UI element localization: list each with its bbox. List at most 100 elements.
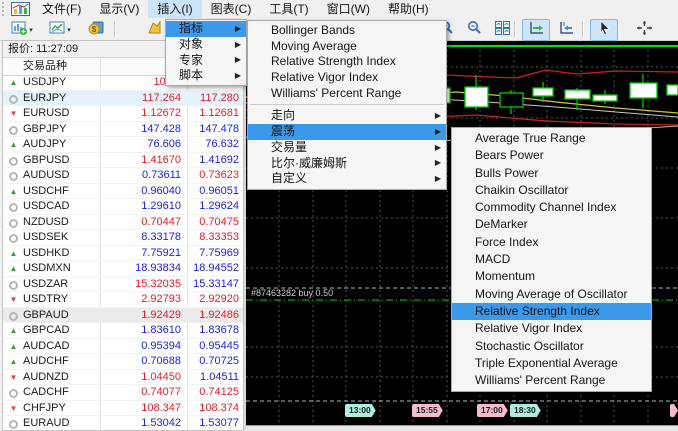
indicator-group-item[interactable]: 交易量▶: [248, 140, 446, 156]
dropdown-caret-icon[interactable]: ▾: [29, 26, 33, 34]
insert-menu-item[interactable]: 指标▶: [166, 21, 246, 37]
trend-flat-icon: [9, 157, 18, 166]
market-row-GBPJPY[interactable]: GBPJPY147.428147.478: [3, 122, 243, 138]
market-row-EURJPY[interactable]: EURJPY117.264117.280: [3, 91, 243, 107]
oscillator-menu-item[interactable]: Bulls Power: [452, 165, 651, 182]
bid-price: 0.96040: [141, 184, 181, 199]
submenu-arrow-icon: ▶: [435, 140, 441, 156]
oscillator-menu-item[interactable]: Relative Vigor Index: [452, 320, 651, 337]
market-row-CADCHF[interactable]: CADCHF0.740770.74125: [3, 385, 243, 401]
insert-menu-item[interactable]: 对象▶: [166, 37, 246, 53]
oscillator-menu-item[interactable]: Triple Exponential Average: [452, 355, 651, 372]
symbol-label: NZDUSD: [23, 215, 69, 230]
market-row-EURUSD[interactable]: ▼EURUSD1.126721.12681: [3, 106, 243, 122]
trend-flat-icon: [9, 95, 18, 104]
menu-item-label: Relative Strength Index: [271, 54, 396, 68]
market-row-USDCAD[interactable]: USDCAD1.296101.29624: [3, 199, 243, 215]
market-row-USDZAR[interactable]: USDZAR15.3203515.33147: [3, 277, 243, 293]
menu-item-label: 专家: [179, 53, 203, 67]
indicator-menu-item[interactable]: Williams' Percent Range: [248, 86, 446, 102]
market-row-USDSEK[interactable]: USDSEK8.331788.33353: [3, 230, 243, 246]
bid-price: 1.12672: [141, 106, 181, 121]
new-chart-button[interactable]: ▾: [4, 19, 40, 41]
oscillator-menu-item[interactable]: Bears Power: [452, 147, 651, 164]
expert-advisors-button[interactable]: [140, 19, 168, 41]
indicator-menu-item[interactable]: Relative Strength Index: [248, 54, 446, 70]
symbol-label: AUDNZD: [23, 370, 69, 385]
submenu-arrow-icon: ▶: [235, 53, 241, 69]
market-row-CHFJPY[interactable]: ▼CHFJPY108.347108.374: [3, 401, 243, 417]
menubar-item[interactable]: 工具(T): [260, 0, 317, 18]
menu-item-label: Force Index: [475, 235, 538, 249]
cursor-button[interactable]: [590, 19, 618, 41]
market-row-AUDCAD[interactable]: ▲AUDCAD0.953940.95445: [3, 339, 243, 355]
menubar-item[interactable]: 图表(C): [202, 0, 261, 18]
dropdown-caret-icon[interactable]: ▾: [67, 26, 71, 34]
chart-shift-button[interactable]: [552, 19, 580, 41]
zoom-out-button[interactable]: [460, 19, 488, 41]
mt4-logo-icon: [11, 2, 30, 16]
market-row-EURAUD[interactable]: EURAUD1.530421.53077: [3, 416, 243, 430]
menubar-item[interactable]: 窗口(W): [318, 0, 379, 18]
oscillator-menu-item[interactable]: Williams' Percent Range: [452, 372, 651, 389]
ask-price: 18.94552: [193, 261, 239, 276]
indicator-group-item[interactable]: 走向▶: [248, 108, 446, 124]
market-row-AUDCHF[interactable]: ▲AUDCHF0.706880.70725: [3, 354, 243, 370]
column-header-symbol[interactable]: 交易品种: [23, 58, 67, 75]
indicator-menu-item[interactable]: Relative Vigor Index: [248, 70, 446, 86]
ask-price: 7.75969: [199, 246, 239, 261]
menubar-item[interactable]: 帮助(H): [379, 0, 438, 18]
indicator-group-item[interactable]: 比尔·威廉姆斯▶: [248, 156, 446, 172]
insert-menu-item[interactable]: 专家 ▶: [166, 53, 246, 69]
chart-profiles-button[interactable]: ▾: [42, 19, 78, 41]
new-order-button[interactable]: $: [82, 19, 110, 41]
menu-item-label: Moving Average of Oscillator: [475, 287, 628, 301]
market-row-NZDUSD[interactable]: NZDUSD0.704470.70475: [3, 215, 243, 231]
market-row-AUDJPY[interactable]: ▲AUDJPY76.60676.632: [3, 137, 243, 153]
oscillator-menu-item[interactable]: Commodity Channel Index: [452, 199, 651, 216]
market-row-GBPCAD[interactable]: ▲GBPCAD1.836101.83678: [3, 323, 243, 339]
menu-bar: 文件(F)显示(V)插入(I)图表(C)工具(T)窗口(W)帮助(H): [0, 0, 678, 18]
oscillator-menu-item[interactable]: DeMarker: [452, 216, 651, 233]
insert-menu-item[interactable]: 脚本▶: [166, 68, 246, 84]
auto-scroll-button[interactable]: [522, 19, 550, 41]
bid-price: 18.93834: [135, 261, 181, 276]
chart-scroll-strip[interactable]: [246, 425, 678, 431]
bid-price: 1.92429: [141, 308, 181, 323]
menubar-item[interactable]: 插入(I): [148, 0, 201, 18]
menubar-item[interactable]: 显示(V): [90, 0, 148, 18]
market-row-USDMXN[interactable]: ▲USDMXN18.9383418.94552: [3, 261, 243, 277]
oscillator-menu-item[interactable]: Force Index: [452, 234, 651, 251]
trend-flat-icon: [9, 420, 18, 429]
menubar-item[interactable]: 文件(F): [33, 0, 90, 18]
symbol-label: USDTRY: [23, 292, 68, 307]
symbol-label: USDZAR: [23, 277, 68, 292]
market-row-USDCHF[interactable]: ▲USDCHF0.960400.96051: [3, 184, 243, 200]
symbol-label: AUDCAD: [23, 339, 69, 354]
oscillator-menu-item[interactable]: Chaikin Oscillator: [452, 182, 651, 199]
toolbar-gripper[interactable]: [2, 2, 7, 16]
ask-price: 108.374: [199, 401, 239, 416]
market-row-GBPAUD[interactable]: GBPAUD1.924291.92486: [3, 308, 243, 324]
chart-profiles-icon: [49, 20, 66, 41]
market-row-AUDNZD[interactable]: ▼AUDNZD1.044501.04511: [3, 370, 243, 386]
indicator-group-item[interactable]: 震荡▶: [248, 124, 446, 140]
market-row-USDHKD[interactable]: ▲USDHKD7.759217.75969: [3, 246, 243, 262]
indicator-menu-item[interactable]: Moving Average: [248, 39, 446, 55]
oscillator-menu-item[interactable]: MACD: [452, 251, 651, 268]
oscillator-menu-item[interactable]: Stochastic Oscillator: [452, 338, 651, 355]
symbol-label: CADCHF: [23, 385, 69, 400]
market-watch-rows: ▲USDJPY104.6EURJPY117.264117.280▼EURUSD1…: [3, 75, 243, 430]
market-row-GBPUSD[interactable]: GBPUSD1.416701.41692: [3, 153, 243, 169]
oscillator-menu-item[interactable]: Relative Strength Index: [452, 303, 651, 320]
crosshair-button[interactable]: [630, 19, 658, 41]
ask-price: 0.96051: [199, 184, 239, 199]
market-row-USDTRY[interactable]: ▼USDTRY2.927932.92920: [3, 292, 243, 308]
tile-windows-button[interactable]: [488, 19, 516, 41]
market-row-AUDUSD[interactable]: AUDUSD0.736110.73623: [3, 168, 243, 184]
oscillator-menu-item[interactable]: Moving Average of Oscillator: [452, 286, 651, 303]
indicator-menu-item[interactable]: Bollinger Bands: [248, 23, 446, 39]
oscillator-menu-item[interactable]: Momentum: [452, 268, 651, 285]
indicator-group-item[interactable]: 自定义▶: [248, 171, 446, 187]
oscillator-menu-item[interactable]: Average True Range: [452, 130, 651, 147]
